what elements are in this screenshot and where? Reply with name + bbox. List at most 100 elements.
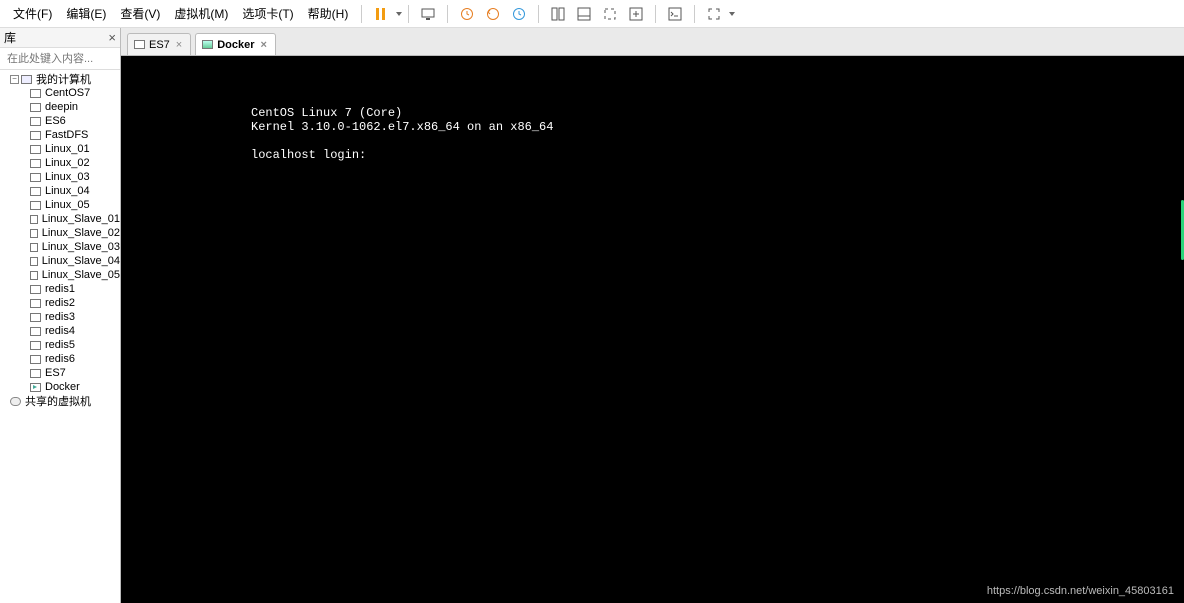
menu-help[interactable]: 帮助(H)	[301, 5, 356, 22]
tree-item[interactable]: Linux_Slave_03	[0, 240, 120, 254]
tree-item-label: Linux_02	[45, 157, 90, 169]
divider	[655, 5, 656, 23]
tab-docker[interactable]: Docker ×	[195, 33, 276, 55]
vm-icon	[30, 103, 41, 112]
menu-view[interactable]: 查看(V)	[113, 5, 167, 22]
vm-icon	[30, 243, 38, 252]
tree-shared-label: 共享的虚拟机	[25, 393, 91, 409]
tree-item[interactable]: Linux_Slave_01	[0, 212, 120, 226]
tree-item-label: redis1	[45, 283, 75, 295]
unity-button[interactable]	[573, 3, 595, 25]
tab-close-button[interactable]: ×	[261, 39, 267, 51]
tree-item[interactable]: Linux_Slave_05	[0, 268, 120, 282]
tree-item[interactable]: FastDFS	[0, 128, 120, 142]
menu-bar: 文件(F) 编辑(E) 查看(V) 虚拟机(M) 选项卡(T) 帮助(H)	[0, 0, 1184, 28]
tree-item[interactable]: Docker	[0, 380, 120, 394]
tree-item[interactable]: redis1	[0, 282, 120, 296]
menu-vm[interactable]: 虚拟机(M)	[167, 5, 235, 22]
divider	[694, 5, 695, 23]
tree-item[interactable]: Linux_01	[0, 142, 120, 156]
single-icon	[577, 7, 591, 21]
tree-item-label: Linux_Slave_05	[42, 269, 120, 281]
watermark: https://blog.csdn.net/weixin_45803161	[987, 585, 1174, 597]
clock-icon	[460, 7, 474, 21]
tree-shared-vms[interactable]: 共享的虚拟机	[0, 394, 120, 408]
clock-revert-icon	[486, 7, 500, 21]
menu-tabs[interactable]: 选项卡(T)	[235, 5, 300, 22]
tile-button[interactable]	[547, 3, 569, 25]
tree-item[interactable]: redis6	[0, 352, 120, 366]
collapse-icon[interactable]: −	[10, 75, 19, 84]
tree-item-label: ES6	[45, 115, 66, 127]
pause-dropdown[interactable]	[396, 12, 402, 16]
fullscreen-icon	[603, 7, 617, 21]
send-ctrl-alt-del-button[interactable]	[417, 3, 439, 25]
fullscreen-button[interactable]	[599, 3, 621, 25]
tree-item[interactable]: redis3	[0, 310, 120, 324]
tree-item-label: Docker	[45, 381, 80, 393]
tree-item-label: Linux_04	[45, 185, 90, 197]
tab-es7[interactable]: ES7 ×	[127, 33, 191, 55]
tree-item[interactable]: Linux_04	[0, 184, 120, 198]
vm-icon	[30, 159, 41, 168]
tree-item[interactable]: redis4	[0, 324, 120, 338]
tab-label: Docker	[217, 39, 254, 51]
tree-item-label: deepin	[45, 101, 78, 113]
tree-item-label: Linux_Slave_03	[42, 241, 120, 253]
vm-icon	[30, 257, 38, 266]
tree-item[interactable]: ES7	[0, 366, 120, 380]
tab-close-button[interactable]: ×	[176, 39, 182, 51]
tree-item-label: redis3	[45, 311, 75, 323]
expand-button[interactable]	[703, 3, 725, 25]
expand-dropdown[interactable]	[729, 12, 735, 16]
stretch-icon	[629, 7, 643, 21]
tree-item-label: CentOS7	[45, 87, 90, 99]
pause-button[interactable]	[370, 3, 392, 25]
stretch-button[interactable]	[625, 3, 647, 25]
vm-icon	[30, 383, 41, 392]
tree-item-label: Linux_05	[45, 199, 90, 211]
vm-icon	[30, 187, 41, 196]
vm-console[interactable]: CentOS Linux 7 (Core) Kernel 3.10.0-1062…	[121, 56, 1184, 603]
tree-item[interactable]: deepin	[0, 100, 120, 114]
console-line: localhost login:	[251, 148, 366, 162]
console-icon	[668, 7, 682, 21]
console-line: CentOS Linux 7 (Core)	[251, 106, 402, 120]
tree-item-label: redis5	[45, 339, 75, 351]
vm-icon	[30, 299, 41, 308]
tree-item-label: Linux_03	[45, 171, 90, 183]
vm-tab-icon	[202, 40, 213, 49]
vm-icon	[30, 355, 41, 364]
tree-item[interactable]: Linux_03	[0, 170, 120, 184]
tree-item[interactable]: redis2	[0, 296, 120, 310]
vm-icon	[30, 145, 41, 154]
tree-item[interactable]: ES6	[0, 114, 120, 128]
console-button[interactable]	[664, 3, 686, 25]
tree-item[interactable]: Linux_Slave_02	[0, 226, 120, 240]
menu-file[interactable]: 文件(F)	[6, 5, 59, 22]
vm-icon	[30, 327, 41, 336]
tree-item[interactable]: Linux_02	[0, 156, 120, 170]
vm-icon	[30, 89, 41, 98]
revert-snapshot-button[interactable]	[482, 3, 504, 25]
tree-item[interactable]: redis5	[0, 338, 120, 352]
tree-item[interactable]: Linux_05	[0, 198, 120, 212]
menu-edit[interactable]: 编辑(E)	[59, 5, 113, 22]
tree-item[interactable]: CentOS7	[0, 86, 120, 100]
tree-root-label: 我的计算机	[36, 71, 91, 87]
tree-item[interactable]: Linux_Slave_04	[0, 254, 120, 268]
tree-root-my-computer[interactable]: − 我的计算机	[0, 72, 120, 86]
tree-item-label: redis6	[45, 353, 75, 365]
monitor-icon	[421, 7, 435, 21]
tree-item-label: ES7	[45, 367, 66, 379]
vm-icon	[30, 131, 41, 140]
host-icon	[21, 75, 32, 84]
console-line: Kernel 3.10.0-1062.el7.x86_64 on an x86_…	[251, 120, 553, 134]
divider	[538, 5, 539, 23]
snapshot-button[interactable]	[456, 3, 478, 25]
search-row	[0, 48, 120, 70]
snapshot-manager-button[interactable]	[508, 3, 530, 25]
tree-item-label: Linux_Slave_02	[42, 227, 120, 239]
shared-icon	[10, 397, 21, 406]
sidebar-close-button[interactable]: ×	[108, 30, 116, 45]
